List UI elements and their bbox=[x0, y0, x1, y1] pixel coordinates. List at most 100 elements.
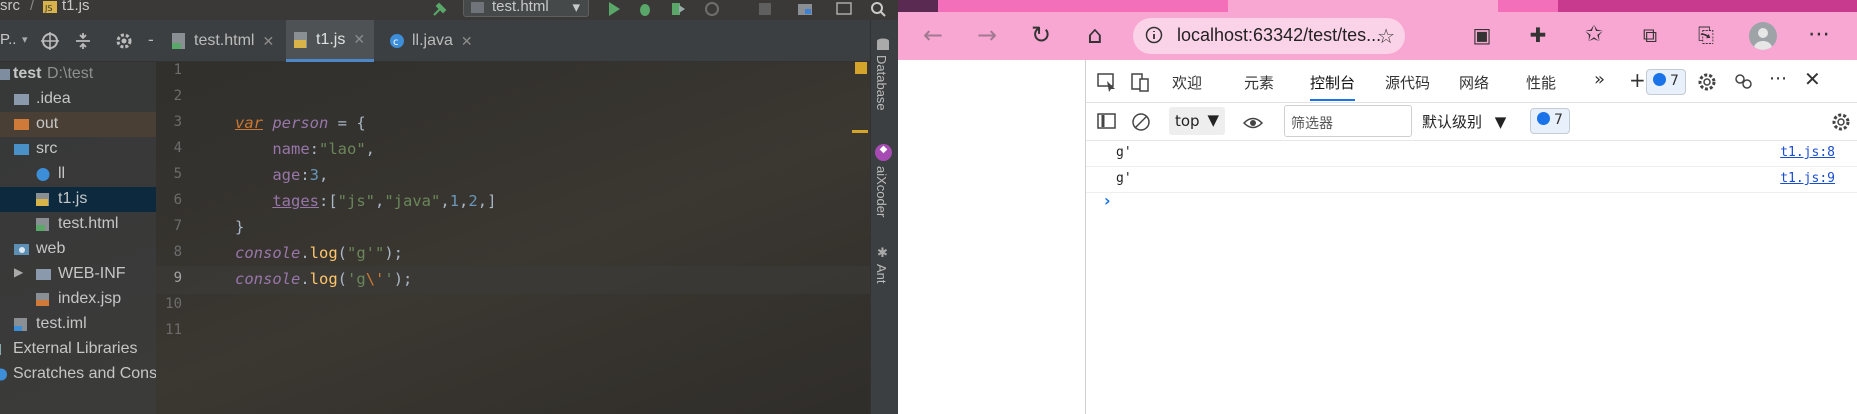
close-icon[interactable]: ✕ bbox=[262, 33, 274, 50]
line-number: 6 bbox=[173, 192, 182, 208]
code-line-5[interactable]: age:3, bbox=[235, 166, 328, 184]
device-emulation-icon[interactable] bbox=[1129, 71, 1151, 93]
build-hammer-icon[interactable] bbox=[432, 1, 448, 17]
ant-tool-button[interactable]: Ant bbox=[874, 264, 889, 284]
home-icon[interactable]: ⌂ bbox=[1081, 22, 1109, 50]
refresh-icon[interactable]: ↻ bbox=[1027, 22, 1055, 50]
console-settings-gear-icon[interactable] bbox=[1830, 111, 1852, 133]
more-tabs-icon[interactable]: » bbox=[1594, 69, 1605, 90]
tree-item-src[interactable]: src bbox=[0, 137, 156, 162]
gear-icon[interactable] bbox=[1696, 71, 1718, 93]
collapse-all-icon[interactable] bbox=[73, 31, 93, 51]
chevron-down-icon[interactable]: ▾ bbox=[22, 33, 28, 46]
more-options-icon[interactable]: ⋯ bbox=[1769, 68, 1787, 89]
tree-item-index-jsp[interactable]: index.jsp bbox=[0, 287, 156, 312]
source-link[interactable]: t1.js:8 bbox=[1780, 145, 1835, 160]
console-prompt[interactable]: › bbox=[1104, 191, 1111, 210]
tree-item-web[interactable]: web bbox=[0, 237, 156, 262]
people-icon[interactable] bbox=[1732, 71, 1754, 93]
puzzle-extensions-icon[interactable]: ✚ bbox=[1524, 22, 1552, 50]
tab-sources[interactable]: 源代码 bbox=[1385, 72, 1430, 93]
clear-console-icon[interactable] bbox=[1130, 111, 1152, 133]
browser-tab[interactable] bbox=[1228, 0, 1498, 12]
run-icon[interactable] bbox=[606, 1, 622, 17]
tab-console[interactable]: 控制台 bbox=[1310, 72, 1356, 101]
tree-item-ll[interactable]: ll bbox=[0, 162, 156, 187]
address-bar[interactable]: localhost:63342/test/tes... ☆ bbox=[1133, 18, 1405, 54]
log-level-select[interactable]: 默认级别 ▼ bbox=[1422, 111, 1506, 132]
issues-badge[interactable]: 7 bbox=[1646, 69, 1686, 95]
favorites-icon[interactable]: ✩ bbox=[1580, 22, 1608, 50]
scrollbar-marker[interactable] bbox=[852, 130, 868, 133]
aixcoder-tool-button[interactable]: aiXcoder bbox=[874, 166, 889, 217]
breadcrumb-src[interactable]: src bbox=[0, 0, 20, 14]
tab-welcome[interactable]: 欢迎 bbox=[1172, 72, 1202, 93]
debug-bug-icon[interactable] bbox=[637, 1, 653, 17]
minimize-icon[interactable]: - bbox=[148, 30, 154, 49]
collections-icon[interactable]: ⧉ bbox=[1636, 22, 1664, 50]
context-select[interactable]: top ▼ bbox=[1169, 107, 1225, 135]
tree-item-test-html[interactable]: test.html bbox=[0, 212, 156, 237]
tree-item-test[interactable]: test D:\test bbox=[0, 62, 156, 87]
console-message-text: g' bbox=[1116, 145, 1132, 160]
tab-performance[interactable]: 性能 bbox=[1526, 72, 1556, 93]
screenshot-icon[interactable]: ⎘ bbox=[1692, 22, 1720, 50]
code-line-3[interactable]: var person = { bbox=[235, 114, 366, 132]
tree-item-test-iml[interactable]: test.iml bbox=[0, 312, 156, 337]
code-line-9[interactable]: console.log('g\''); bbox=[235, 270, 412, 288]
run-configuration-select[interactable]: test.html ▾ bbox=[463, 0, 589, 17]
tree-item-t1-js[interactable]: t1.js bbox=[0, 187, 156, 212]
tab-t1-js[interactable]: t1.js ✕ bbox=[286, 20, 374, 62]
eye-icon[interactable] bbox=[1242, 112, 1264, 134]
tree-item-web-inf[interactable]: ▶ WEB-INF bbox=[0, 262, 156, 287]
code-line-8[interactable]: console.log("g'"); bbox=[235, 244, 403, 262]
console-message: g' t1.js:8 bbox=[1086, 141, 1857, 167]
extension-icon[interactable]: ▣ bbox=[1468, 22, 1496, 50]
code-line-6[interactable]: tages:["js","java",1,2,] bbox=[235, 192, 496, 210]
crosshair-locate-icon[interactable] bbox=[40, 31, 60, 51]
presentation-icon[interactable] bbox=[836, 1, 852, 17]
tab-test-html[interactable]: test.html ✕ bbox=[164, 20, 282, 62]
browser-tab[interactable] bbox=[1558, 0, 1857, 12]
tree-item-out[interactable]: out bbox=[0, 112, 156, 137]
project-structure-icon[interactable] bbox=[797, 1, 813, 17]
add-tool-icon[interactable]: + bbox=[1629, 68, 1646, 92]
close-devtools-icon[interactable]: ✕ bbox=[1804, 67, 1821, 91]
inspect-element-icon[interactable] bbox=[1096, 71, 1118, 93]
coverage-icon[interactable] bbox=[670, 1, 686, 17]
ant-icon[interactable]: ✱ bbox=[877, 246, 888, 261]
profiler-icon[interactable] bbox=[704, 1, 720, 17]
close-icon[interactable]: ✕ bbox=[461, 33, 473, 50]
source-link[interactable]: t1.js:9 bbox=[1780, 171, 1835, 186]
forward-arrow-icon[interactable]: → bbox=[973, 22, 1001, 50]
tree-item-idea[interactable]: .idea bbox=[0, 87, 156, 112]
avatar[interactable] bbox=[1749, 22, 1777, 50]
site-info-icon[interactable] bbox=[1145, 26, 1163, 49]
code-line-4[interactable]: name:"lao", bbox=[235, 140, 375, 158]
more-menu-icon[interactable]: ⋯ bbox=[1805, 22, 1833, 50]
browser-tab[interactable] bbox=[898, 0, 938, 12]
chevron-right-icon[interactable]: ▶ bbox=[14, 265, 23, 279]
tab-ll-java[interactable]: c ll.java ✕ bbox=[382, 20, 482, 62]
tab-network[interactable]: 网络 bbox=[1459, 72, 1489, 93]
add-favorite-icon[interactable]: ☆ bbox=[1377, 24, 1395, 49]
page-viewport[interactable] bbox=[898, 60, 1086, 414]
project-view-label[interactable]: P.. bbox=[0, 31, 16, 48]
filter-input[interactable]: 筛选器 bbox=[1284, 105, 1412, 137]
tab-elements[interactable]: 元素 bbox=[1244, 72, 1274, 93]
close-icon[interactable]: ✕ bbox=[353, 31, 365, 48]
back-arrow-icon[interactable]: ← bbox=[919, 22, 947, 50]
sidebar-toggle-icon[interactable] bbox=[1096, 111, 1118, 133]
aixcoder-icon[interactable]: ◆ bbox=[875, 144, 892, 161]
issues-badge[interactable]: 7 bbox=[1530, 108, 1570, 134]
tree-item-external-libraries[interactable]: External Libraries bbox=[0, 337, 156, 362]
search-icon[interactable] bbox=[870, 1, 886, 17]
stop-icon[interactable] bbox=[757, 1, 773, 17]
database-tool-button[interactable]: Database bbox=[874, 55, 889, 111]
tree-item-scratches[interactable]: Scratches and Consoles bbox=[0, 362, 156, 387]
breadcrumb-file[interactable]: t1.js bbox=[62, 0, 90, 14]
inspection-warning-marker[interactable] bbox=[855, 62, 867, 74]
database-icon[interactable] bbox=[876, 37, 890, 56]
code-line-7[interactable]: } bbox=[235, 218, 244, 236]
gear-icon[interactable] bbox=[114, 31, 134, 51]
